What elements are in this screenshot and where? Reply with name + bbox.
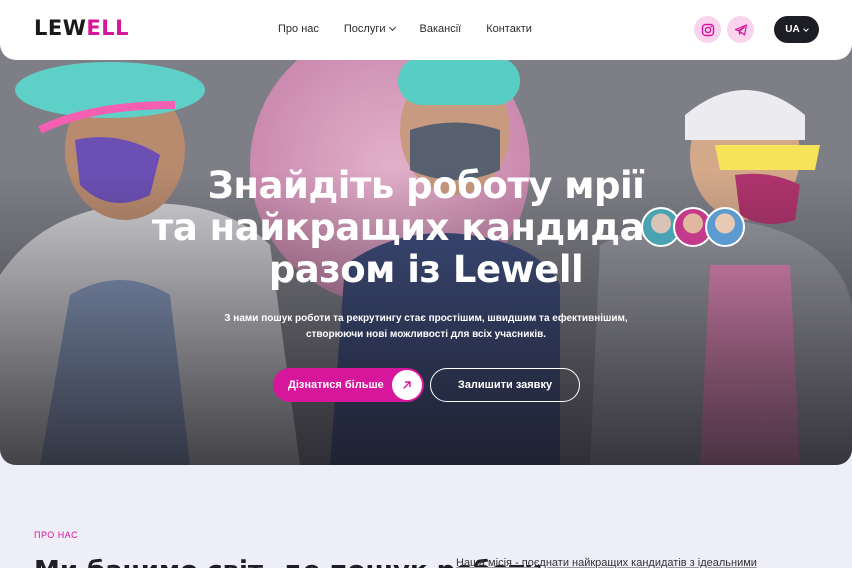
nav-about[interactable]: Про нас xyxy=(278,22,319,36)
nav-services-label: Послуги xyxy=(343,23,386,35)
telegram-button[interactable] xyxy=(727,16,754,43)
about-text: Наша місія - поєднати найкращих кандидат… xyxy=(456,557,757,568)
avatar xyxy=(705,207,745,247)
nav-contacts-label: Контакти xyxy=(486,23,532,35)
candidate-avatars xyxy=(641,207,745,247)
nav-about-label: Про нас xyxy=(278,23,319,35)
hero-title-line-3: разом із Lewell xyxy=(268,248,584,291)
chevron-down-icon xyxy=(388,23,396,32)
logo[interactable]: LEWELL xyxy=(34,16,129,40)
section-label: ПРО НАС xyxy=(34,530,79,540)
chevron-down-icon xyxy=(802,25,809,32)
hero-subtitle-line-1: З нами пошук роботи та рекрутингу стає п… xyxy=(224,313,628,324)
hero-subtitle: З нами пошук роботи та рекрутингу стає п… xyxy=(196,311,656,343)
hero-title-line-1: Знайдіть роботу мрії xyxy=(207,164,645,207)
nav-vacancies[interactable]: Вакансії xyxy=(420,22,462,36)
arrow-up-right-icon xyxy=(392,370,422,400)
leave-request-label: Залишити заявку xyxy=(457,379,553,391)
leave-request-button[interactable]: Залишити заявку xyxy=(430,368,580,402)
logo-part-1: LEW xyxy=(34,16,87,40)
nav-contacts[interactable]: Контакти xyxy=(486,22,532,36)
telegram-icon xyxy=(734,23,747,36)
learn-more-button[interactable]: Дізнатися більше xyxy=(273,368,424,402)
site-header: LEWELL Про нас Послуги Вакансії Контакти… xyxy=(0,0,852,60)
language-selector[interactable]: UA xyxy=(774,16,819,43)
instagram-icon xyxy=(701,23,714,36)
language-label: UA xyxy=(785,24,800,35)
nav-services[interactable]: Послуги xyxy=(343,22,396,36)
hero-subtitle-line-2: створюючи нові можливості для всіх учасн… xyxy=(305,329,547,340)
nav-vacancies-label: Вакансії xyxy=(419,23,462,35)
learn-more-label: Дізнатися більше xyxy=(288,379,384,391)
instagram-button[interactable] xyxy=(694,16,721,43)
logo-part-2: ELL xyxy=(86,16,129,40)
main-nav: Про нас Послуги Вакансії Контакти xyxy=(278,22,532,36)
hero-section: Знайдіть роботу мрії та найкращих кандид… xyxy=(0,45,852,465)
